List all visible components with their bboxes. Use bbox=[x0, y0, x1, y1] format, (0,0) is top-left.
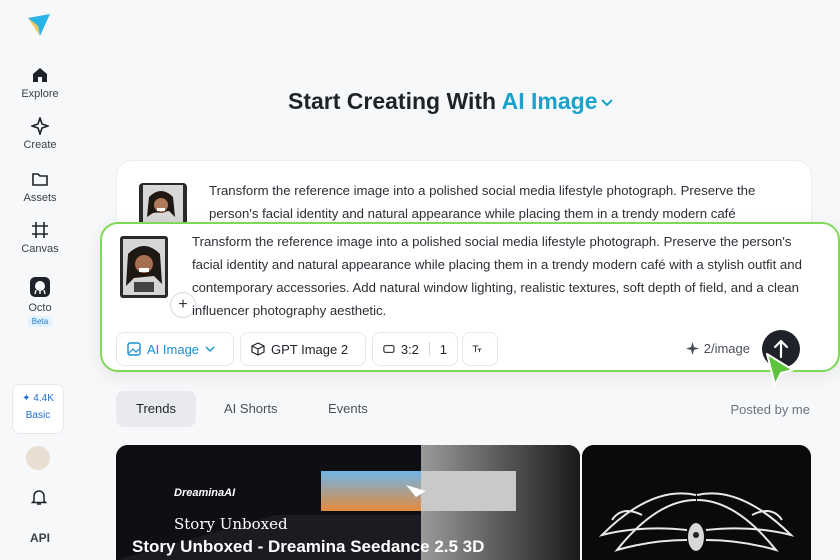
api-link[interactable]: API bbox=[0, 531, 80, 545]
divider bbox=[428, 342, 430, 356]
reference-image[interactable]: + bbox=[120, 236, 196, 318]
mode-dropdown-label: AI Image bbox=[147, 341, 200, 357]
reference-thumbnail bbox=[120, 236, 168, 298]
gallery-card[interactable]: DreaminaAI Story Unboxed Story Unboxed -… bbox=[116, 445, 580, 560]
image-icon bbox=[127, 342, 141, 356]
mode-dropdown[interactable]: AI Image bbox=[116, 332, 234, 366]
mode-label: AI Image bbox=[501, 88, 598, 114]
model-selector[interactable]: GPT Image 2 bbox=[240, 332, 366, 366]
tab-events[interactable]: Events bbox=[308, 391, 388, 427]
card-thumbnail bbox=[582, 445, 811, 560]
sidebar-item-create[interactable]: Create bbox=[0, 117, 80, 151]
sidebar: Explore Create Assets Canvas Octo Beta ✦… bbox=[0, 0, 80, 560]
sidebar-item-label: Assets bbox=[23, 192, 57, 204]
prompt-composer: + Transform the reference image into a p… bbox=[100, 222, 840, 372]
sidebar-item-explore[interactable]: Explore bbox=[0, 66, 80, 100]
page-title: Start Creating With AI Image bbox=[288, 88, 614, 115]
sidebar-item-octo[interactable]: Octo Beta bbox=[0, 276, 80, 327]
gallery-card[interactable] bbox=[582, 445, 811, 560]
previous-prompt-text: Transform the reference image into a pol… bbox=[209, 183, 756, 221]
sidebar-item-label: Create bbox=[23, 139, 57, 151]
model-label: GPT Image 2 bbox=[271, 341, 349, 357]
cost-indicator: 2/image bbox=[685, 341, 750, 356]
plan-level: Basic bbox=[25, 410, 51, 421]
mode-selector[interactable]: AI Image bbox=[502, 88, 614, 114]
posted-by-me-filter[interactable]: Posted by me bbox=[731, 402, 811, 417]
count-label: 1 bbox=[439, 341, 447, 357]
bell-icon[interactable] bbox=[30, 488, 48, 506]
card-brand: DreaminaAI bbox=[174, 487, 236, 499]
app-logo-icon[interactable] bbox=[26, 12, 52, 38]
sidebar-item-label: Octo bbox=[28, 302, 52, 314]
aspect-ratio-icon bbox=[383, 345, 395, 353]
card-subtitle: Story Unboxed bbox=[174, 515, 288, 533]
home-icon bbox=[33, 68, 47, 82]
chevron-down-icon bbox=[205, 346, 215, 352]
sidebar-item-canvas[interactable]: Canvas bbox=[0, 221, 80, 255]
sparkle-icon bbox=[31, 117, 49, 135]
sidebar-item-assets[interactable]: Assets bbox=[0, 170, 80, 204]
title-prefix: Start Creating With bbox=[288, 88, 497, 114]
avatar[interactable] bbox=[26, 446, 50, 470]
sparkle-icon bbox=[685, 342, 699, 355]
sidebar-item-label: Canvas bbox=[21, 243, 59, 255]
chevron-down-icon bbox=[600, 99, 613, 107]
credits-amount: 4.4K bbox=[33, 393, 54, 404]
pointer-cursor-icon bbox=[766, 353, 794, 386]
star-icon: ✦ bbox=[22, 393, 31, 404]
folder-icon bbox=[32, 173, 48, 186]
tab-trends[interactable]: Trends bbox=[116, 391, 196, 427]
text-format-button[interactable] bbox=[462, 332, 498, 366]
tab-ai-shorts[interactable]: AI Shorts bbox=[204, 391, 297, 427]
prompt-input[interactable]: Transform the reference image into a pol… bbox=[192, 230, 802, 322]
text-size-icon bbox=[472, 345, 482, 353]
beta-badge: Beta bbox=[27, 316, 53, 327]
cost-label: 2/image bbox=[703, 341, 750, 356]
cube-icon bbox=[251, 342, 265, 356]
card-title: Story Unboxed - Dreamina Seedance 2.5 3D bbox=[132, 537, 485, 556]
ratio-selector[interactable]: 3:2 1 bbox=[372, 332, 458, 366]
sidebar-item-label: Explore bbox=[21, 88, 59, 100]
canvas-icon bbox=[32, 222, 48, 238]
octo-icon bbox=[30, 277, 50, 297]
ratio-label: 3:2 bbox=[400, 341, 419, 357]
credits-widget[interactable]: ✦ 4.4K Basic bbox=[12, 384, 64, 434]
